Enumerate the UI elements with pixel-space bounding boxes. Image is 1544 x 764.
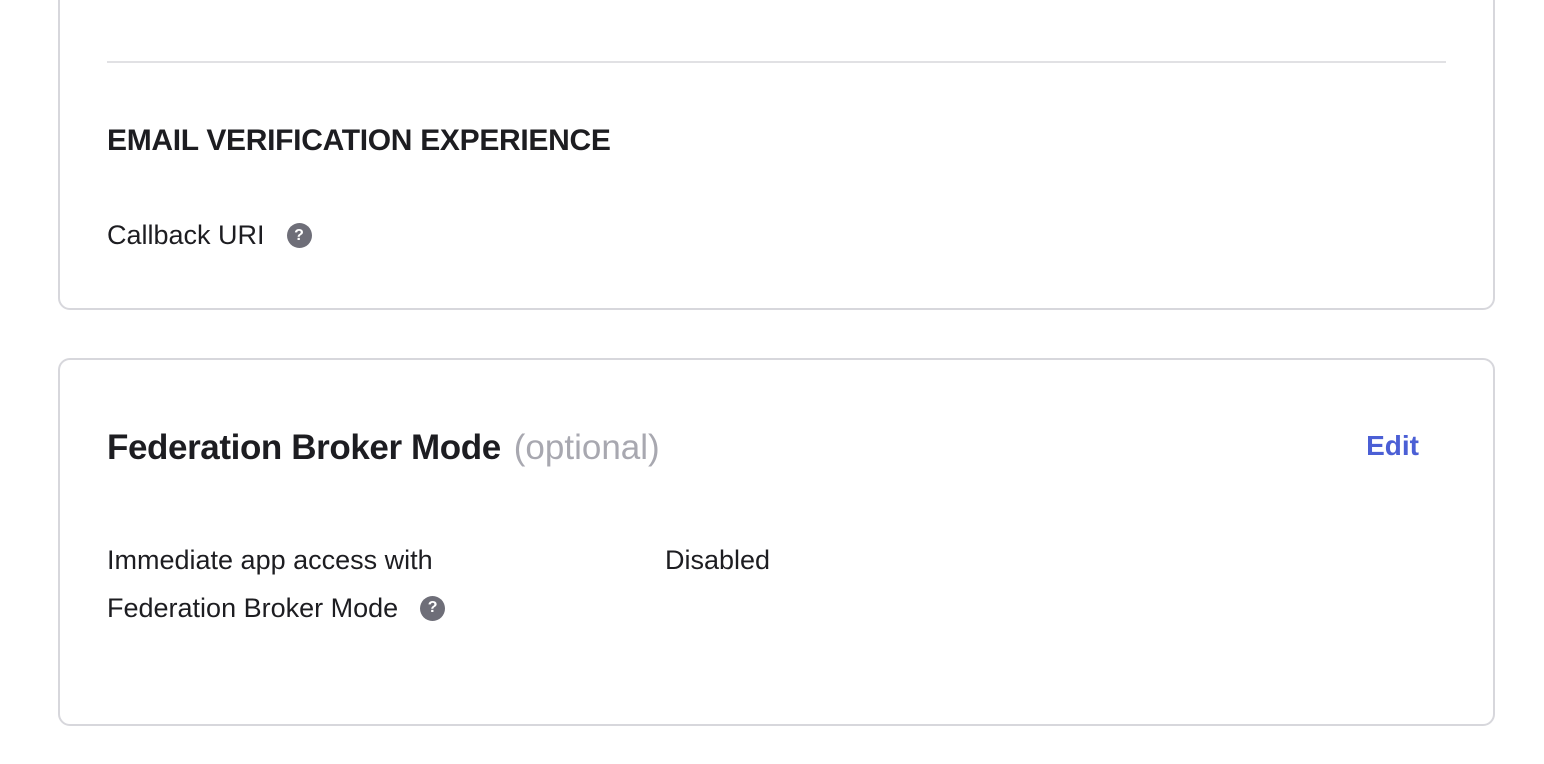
help-icon[interactable]: ? (420, 595, 446, 621)
federation-broker-title: Federation Broker Mode (107, 428, 501, 467)
immediate-app-access-label: Immediate app access with Federation Bro… (107, 536, 527, 632)
edit-button[interactable]: Edit (1366, 430, 1419, 462)
federation-broker-title-row: Federation Broker Mode (optional) (107, 428, 660, 468)
help-icon[interactable]: ? (286, 223, 312, 248)
callback-uri-label: Callback URI (107, 220, 265, 250)
email-verification-heading: EMAIL VERIFICATION EXPERIENCE (107, 124, 611, 157)
setting-label-line2: Federation Broker Mode (107, 593, 399, 623)
callback-uri-row: Callback URI ? (107, 220, 312, 251)
immediate-app-access-value: Disabled (665, 545, 771, 575)
setting-label-line1: Immediate app access with (107, 545, 433, 575)
section-divider (107, 61, 1446, 63)
email-verification-panel: EMAIL VERIFICATION EXPERIENCE Callback U… (58, 0, 1495, 310)
setting-label-line2-row: Federation Broker Mode ? (107, 584, 527, 632)
federation-broker-panel: Federation Broker Mode (optional) Edit I… (58, 358, 1495, 726)
optional-tag: (optional) (513, 428, 660, 467)
